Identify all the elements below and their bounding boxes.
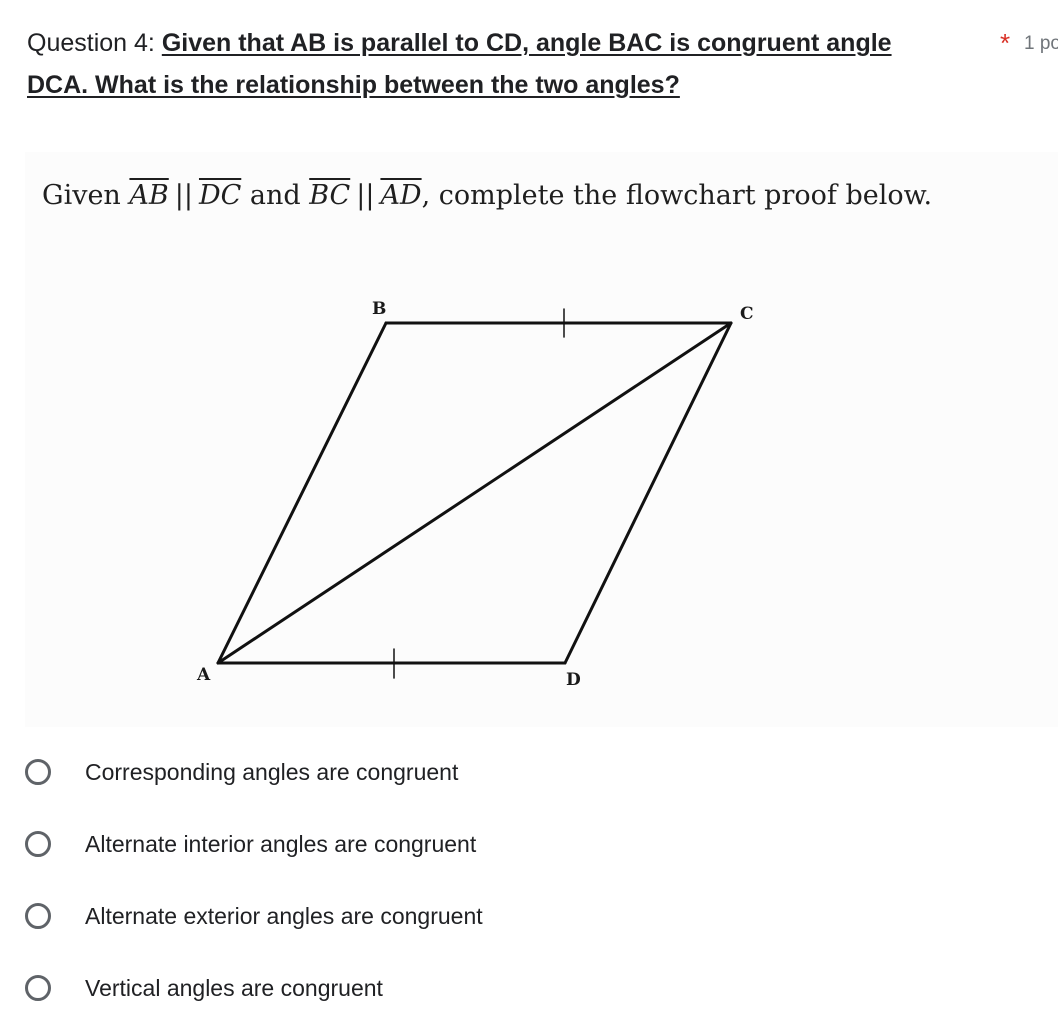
- option-label: Alternate exterior angles are congruent: [85, 902, 483, 929]
- side-ab: [216, 321, 388, 665]
- vertex-label-b: B: [372, 299, 386, 319]
- points-label: 1 po: [1024, 33, 1058, 54]
- vertex-label-a: A: [196, 665, 211, 685]
- option-corresponding[interactable]: Corresponding angles are congruent: [25, 747, 458, 797]
- radio-button-icon[interactable]: [25, 975, 51, 1001]
- parallelogram-diagram: B C A D: [196, 299, 754, 690]
- option-alternate-interior[interactable]: Alternate interior angles are congruent: [25, 819, 476, 869]
- question-prompt-line-2: DCA. What is the relationship between th…: [27, 71, 680, 99]
- side-cd: [563, 321, 733, 665]
- required-asterisk: *: [1000, 28, 1011, 58]
- radio-button-icon[interactable]: [25, 759, 51, 785]
- vertex-label-c: C: [740, 304, 754, 324]
- radio-button-icon[interactable]: [25, 903, 51, 929]
- option-label: Vertical angles are congruent: [85, 974, 383, 1001]
- radio-button-icon[interactable]: [25, 831, 51, 857]
- option-vertical[interactable]: Vertical angles are congruent: [25, 963, 383, 1013]
- question-number: Question 4:: [27, 29, 162, 57]
- option-alternate-exterior[interactable]: Alternate exterior angles are congruent: [25, 891, 483, 941]
- vertex-label-d: D: [566, 670, 581, 690]
- option-label: Corresponding angles are congruent: [85, 758, 459, 785]
- option-label: Alternate interior angles are congruent: [85, 830, 477, 857]
- question-title: Question 4: Given that AB is parallel to…: [27, 22, 1058, 64]
- diagonal-ac: [216, 321, 733, 665]
- question-prompt-line-1: Given that AB is parallel to CD, angle B…: [161, 29, 892, 57]
- question-image: Given AB || DC and BC || AD, complete the fl…: [25, 152, 1058, 727]
